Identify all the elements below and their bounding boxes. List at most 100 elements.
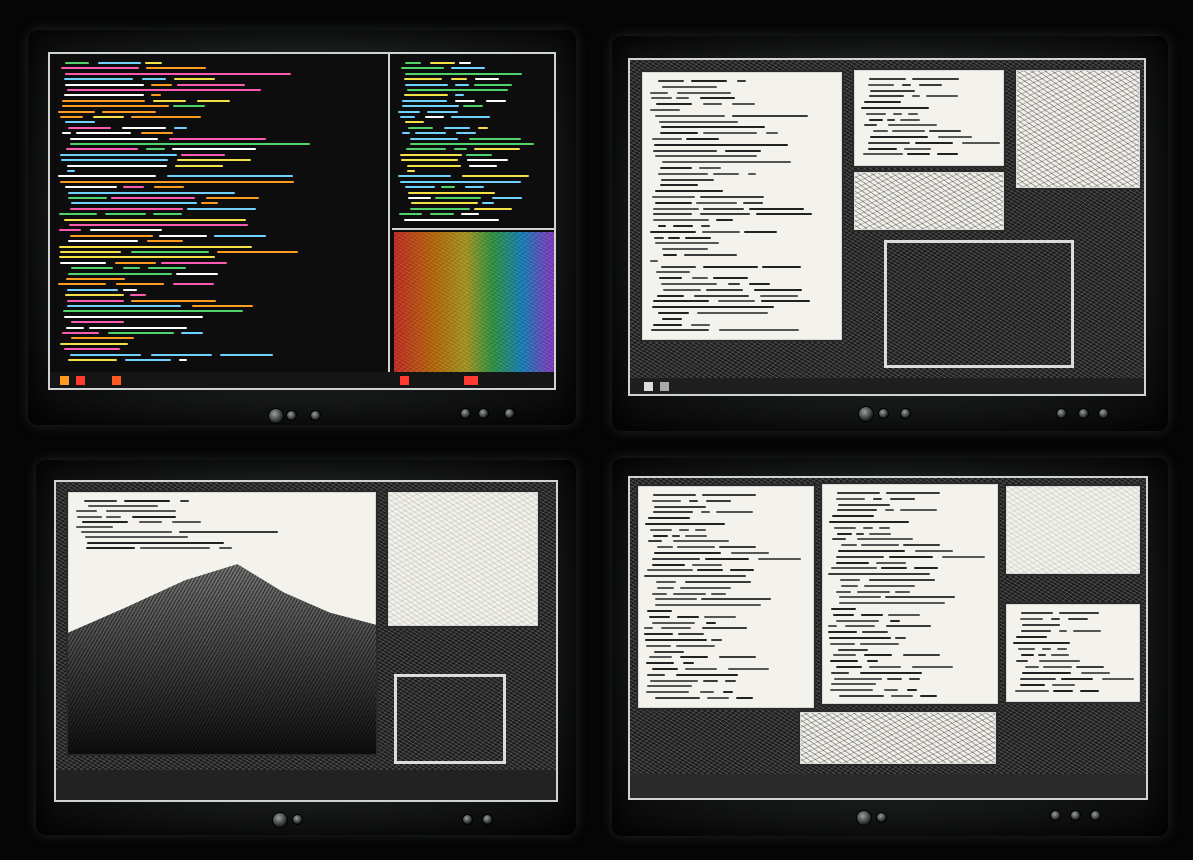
button-icon[interactable] <box>876 812 887 823</box>
power-knob-icon[interactable] <box>268 408 284 424</box>
text-stroke <box>706 499 731 502</box>
text-stroke <box>647 569 693 572</box>
text-stroke <box>1025 666 1039 668</box>
button-icon[interactable] <box>286 410 297 421</box>
text-stroke <box>902 83 911 86</box>
text-stroke <box>151 94 161 97</box>
middle-right-window[interactable] <box>1004 602 1142 704</box>
text-stroke <box>829 521 909 523</box>
power-knob-icon[interactable] <box>858 406 874 422</box>
power-knob-icon[interactable] <box>272 812 288 828</box>
text-stroke <box>838 648 868 651</box>
app-icon[interactable] <box>76 376 85 385</box>
text-stroke <box>650 679 698 682</box>
center-document-window[interactable] <box>820 482 1000 706</box>
button-icon[interactable] <box>292 814 303 825</box>
text-stroke <box>870 89 915 92</box>
text-stroke <box>461 213 479 216</box>
text-stroke <box>173 283 214 286</box>
button-icon[interactable] <box>1056 408 1067 419</box>
button-icon[interactable] <box>1050 810 1061 821</box>
text-stroke <box>873 497 882 500</box>
text-stroke <box>405 186 435 189</box>
text-window[interactable] <box>852 68 1006 168</box>
app-icon[interactable] <box>112 376 121 385</box>
left-document-window[interactable] <box>636 484 816 710</box>
button-icon[interactable] <box>462 814 473 825</box>
text-stroke <box>660 167 692 169</box>
mountain-window[interactable] <box>66 490 378 756</box>
app-icon[interactable] <box>644 382 653 391</box>
text-stroke <box>861 544 899 547</box>
button-icon[interactable] <box>310 410 321 421</box>
text-stroke <box>912 666 953 668</box>
text-stroke <box>668 236 680 239</box>
text-stroke <box>66 148 138 151</box>
text-stroke <box>673 225 693 227</box>
code-editor-pane[interactable] <box>50 54 390 372</box>
text-stroke <box>644 633 673 636</box>
button-icon[interactable] <box>504 408 515 419</box>
bottom-sketch-window[interactable] <box>798 710 998 766</box>
text-stroke <box>692 277 708 280</box>
app-icon[interactable] <box>464 376 478 385</box>
text-stroke <box>1021 612 1053 614</box>
text-stroke <box>61 159 168 162</box>
button-icon[interactable] <box>1070 810 1081 821</box>
text-stroke <box>656 581 676 583</box>
text-stroke <box>159 234 207 237</box>
text-stroke <box>831 671 849 674</box>
document-window[interactable] <box>640 70 844 342</box>
image-window[interactable] <box>852 170 1006 232</box>
text-stroke <box>650 109 680 111</box>
text-stroke <box>654 236 664 239</box>
button-icon[interactable] <box>1098 408 1109 419</box>
text-stroke <box>652 668 678 670</box>
text-stroke <box>140 546 210 549</box>
text-stroke <box>886 492 940 494</box>
text-stroke <box>725 679 736 682</box>
terminal-window[interactable] <box>884 240 1074 368</box>
small-monitor-window[interactable] <box>394 674 506 764</box>
button-icon[interactable] <box>1090 810 1101 821</box>
text-stroke <box>836 619 879 622</box>
text-stroke <box>65 121 95 124</box>
button-icon[interactable] <box>900 408 911 419</box>
text-stroke <box>706 621 716 624</box>
text-stroke <box>1052 684 1075 686</box>
landscape-window[interactable] <box>1014 68 1142 190</box>
text-stroke <box>1076 666 1104 668</box>
text-stroke <box>82 520 128 523</box>
text-stroke <box>831 567 877 570</box>
text-stroke <box>90 229 162 232</box>
text-stroke <box>146 148 165 151</box>
button-icon[interactable] <box>478 408 489 419</box>
text-stroke <box>838 550 905 552</box>
text-stroke <box>402 132 410 135</box>
side-editor-pane[interactable] <box>392 54 554 230</box>
app-icon[interactable] <box>400 376 409 385</box>
button-icon[interactable] <box>460 408 471 419</box>
text-stroke <box>410 137 458 140</box>
preview-window[interactable] <box>386 490 540 628</box>
text-stroke <box>718 300 755 303</box>
text-stroke <box>962 141 1000 144</box>
text-stroke <box>691 80 727 82</box>
button-icon[interactable] <box>878 408 889 419</box>
text-stroke <box>492 197 522 199</box>
button-icon[interactable] <box>482 814 493 825</box>
power-knob-icon[interactable] <box>856 810 872 826</box>
app-icon[interactable] <box>60 376 69 385</box>
text-stroke <box>411 202 478 205</box>
app-icon[interactable] <box>660 382 669 391</box>
button-icon[interactable] <box>1078 408 1089 419</box>
text-stroke <box>662 161 791 164</box>
text-stroke <box>1059 630 1067 632</box>
text-stroke <box>732 103 755 106</box>
top-right-window[interactable] <box>1004 484 1142 576</box>
text-stroke <box>116 283 164 286</box>
text-stroke <box>728 283 740 285</box>
text-stroke <box>662 317 682 320</box>
text-stroke <box>427 110 458 113</box>
text-stroke <box>62 332 99 334</box>
